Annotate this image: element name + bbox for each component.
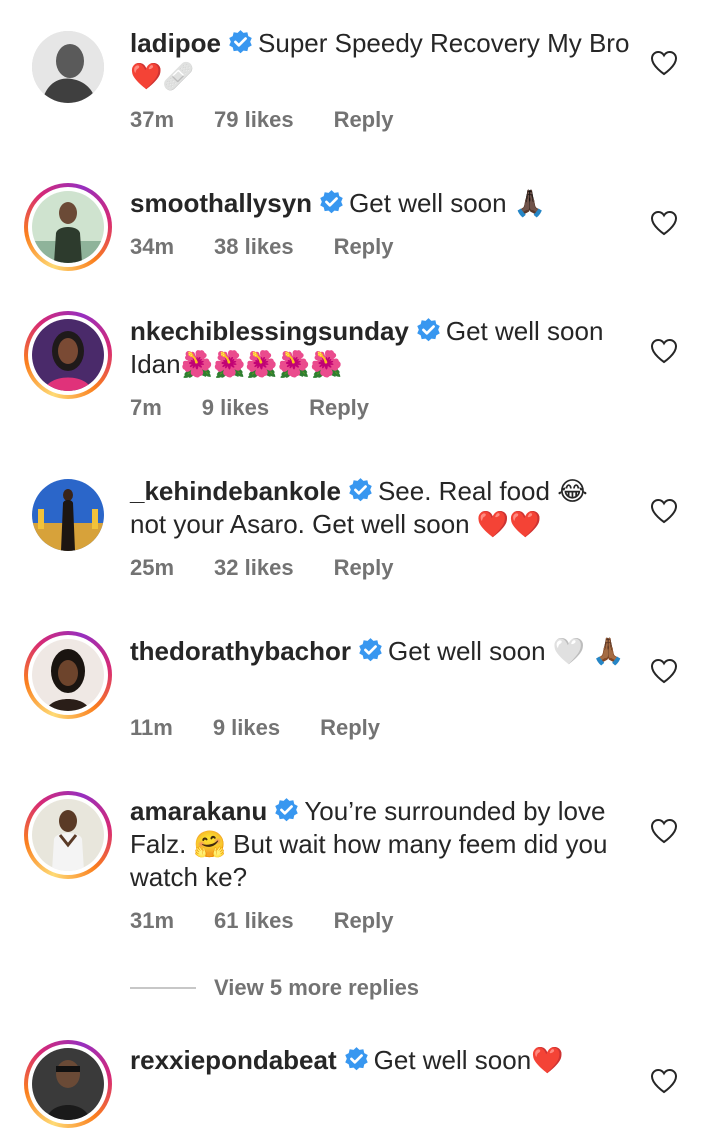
comment-username[interactable]: rexxiepondabeat xyxy=(130,1045,337,1075)
comment-likes[interactable]: 9 likes xyxy=(202,395,269,421)
comment-username[interactable]: thedorathybachor xyxy=(130,636,351,666)
view-more-replies-label: View 5 more replies xyxy=(214,975,420,1000)
comment-likes[interactable]: 38 likes xyxy=(214,234,294,260)
verified-badge-icon xyxy=(318,189,345,216)
heart-outline-icon[interactable] xyxy=(650,210,678,236)
avatar[interactable] xyxy=(24,471,112,559)
heart-outline-icon[interactable] xyxy=(650,818,678,844)
comment-likes[interactable]: 61 likes xyxy=(214,908,294,934)
divider-line xyxy=(130,987,196,989)
comment-likes[interactable]: 32 likes xyxy=(214,555,294,581)
comment-username[interactable]: _kehindebankole xyxy=(130,476,341,506)
comment-time: 37m xyxy=(130,107,175,132)
reply-button[interactable]: Reply xyxy=(309,395,369,421)
comment-meta: 34m 38 likes Reply xyxy=(130,234,393,260)
comment-meta: 31m 61 likes Reply xyxy=(130,908,393,934)
comment-text: _kehindebankole See. Real food 😂 not your… xyxy=(130,475,630,541)
comment-username[interactable]: ladipoe xyxy=(130,28,221,58)
comment-likes[interactable]: 9 likes xyxy=(213,715,280,741)
avatar[interactable] xyxy=(24,631,112,719)
avatar[interactable] xyxy=(24,23,112,111)
comment-meta: 25m 32 likes Reply xyxy=(130,555,393,581)
reply-button[interactable]: Reply xyxy=(334,555,394,581)
comment-text: ladipoe Super Speedy Recovery My Bro ❤️🩹 xyxy=(130,27,630,93)
verified-badge-icon xyxy=(415,317,442,344)
comment-time: 25m xyxy=(130,555,175,580)
heart-outline-icon[interactable] xyxy=(650,498,678,524)
comment-text: smoothallysyn Get well soon 🙏🏿 xyxy=(130,187,630,220)
avatar[interactable] xyxy=(24,311,112,399)
heart-outline-icon[interactable] xyxy=(650,338,678,364)
avatar[interactable] xyxy=(24,1040,112,1128)
comment-time: 11m xyxy=(130,715,173,740)
reply-button[interactable]: Reply xyxy=(334,107,394,133)
avatar[interactable] xyxy=(24,791,112,879)
comment-text: rexxiepondabeat Get well soon❤️ xyxy=(130,1044,630,1077)
verified-badge-icon xyxy=(227,29,254,56)
comment-body: Get well soon❤️ xyxy=(373,1045,564,1075)
comment-time: 31m xyxy=(130,908,175,933)
verified-badge-icon xyxy=(273,797,300,824)
avatar[interactable] xyxy=(24,183,112,271)
verified-badge-icon xyxy=(343,1046,370,1073)
reply-button[interactable]: Reply xyxy=(320,715,380,741)
comment-meta: 37m 79 likes Reply xyxy=(130,107,393,133)
comment-meta: 7m 9 likes Reply xyxy=(130,395,369,421)
reply-button[interactable]: Reply xyxy=(334,908,394,934)
comment-time: 34m xyxy=(130,234,175,259)
comment-username[interactable]: smoothallysyn xyxy=(130,188,312,218)
reply-button[interactable]: Reply xyxy=(334,234,394,260)
verified-badge-icon xyxy=(357,637,384,664)
comment-body: Get well soon 🙏🏿 xyxy=(349,188,547,218)
heart-outline-icon[interactable] xyxy=(650,1068,678,1094)
comment-username[interactable]: nkechiblessingsunday xyxy=(130,316,409,346)
heart-outline-icon[interactable] xyxy=(650,658,678,684)
view-more-replies-button[interactable]: View 5 more replies xyxy=(130,975,419,1001)
comment-text: thedorathybachor Get well soon 🤍 🙏🏾 xyxy=(130,635,630,668)
comment-text: nkechiblessingsunday Get well soon Idan🌺🌺… xyxy=(130,315,630,381)
comment-username[interactable]: amarakanu xyxy=(130,796,267,826)
comment-meta: 11m 9 likes Reply xyxy=(130,715,380,741)
comment-text: amarakanu You’re surrounded by love Falz.… xyxy=(130,795,630,894)
comment-body: Get well soon 🤍 🙏🏾 xyxy=(388,636,625,666)
verified-badge-icon xyxy=(347,477,374,504)
comment-time: 7m xyxy=(130,395,162,420)
heart-outline-icon[interactable] xyxy=(650,50,678,76)
comment-likes[interactable]: 79 likes xyxy=(214,107,294,133)
